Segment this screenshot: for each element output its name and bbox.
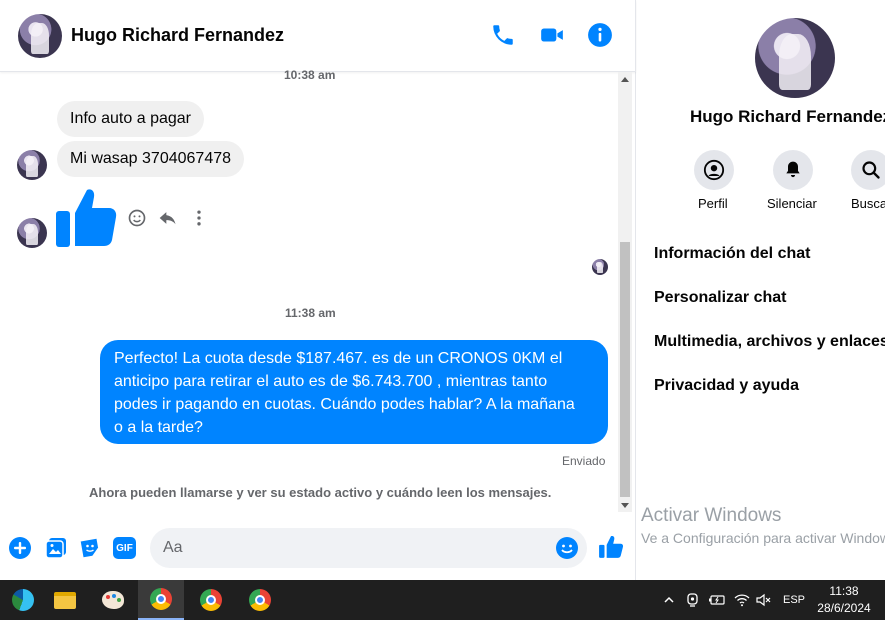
- chrome-app-profile-2[interactable]: [188, 580, 234, 620]
- menu-customize-chat[interactable]: Personalizar chat: [654, 289, 787, 307]
- taskbar: ESP 11:38 28/6/2024: [0, 580, 885, 620]
- emoji-icon[interactable]: [555, 536, 579, 560]
- search-label: Buscar: [851, 196, 885, 211]
- message-incoming[interactable]: Info auto a pagar: [57, 101, 204, 137]
- windows-activation-title: Activar Windows: [641, 505, 782, 526]
- sender-avatar: [17, 218, 47, 248]
- windows-activation-subtitle: Ve a Configuración para activar Windows.: [641, 530, 885, 546]
- volume-muted-icon: [756, 593, 771, 607]
- contact-avatar[interactable]: [18, 14, 62, 58]
- bell-icon: [786, 161, 800, 178]
- delivery-status: Enviado: [562, 454, 606, 468]
- clock[interactable]: 11:38 28/6/2024: [808, 583, 880, 617]
- chrome-icon: [150, 588, 172, 610]
- mute-button[interactable]: [773, 150, 813, 190]
- network[interactable]: [733, 580, 751, 620]
- gif-icon[interactable]: GIF: [113, 537, 136, 559]
- webcam-icon: [687, 593, 698, 607]
- edge-icon: [12, 589, 34, 611]
- mute-label: Silenciar: [767, 196, 817, 211]
- profile-icon: [703, 159, 725, 181]
- message-input[interactable]: [163, 528, 543, 568]
- clock-date: 28/6/2024: [817, 601, 871, 615]
- scroll-up-arrow[interactable]: [621, 77, 629, 82]
- paint-palette-icon: [102, 591, 124, 609]
- timestamp: 10:38 am: [284, 68, 336, 82]
- message-line: o a la tarde?: [114, 419, 203, 436]
- file-explorer-app[interactable]: [42, 580, 88, 620]
- plus-icon[interactable]: [8, 536, 32, 560]
- message-list[interactable]: 10:38 am Info auto a pagar Mi wasap 3704…: [0, 68, 618, 512]
- phone-icon[interactable]: [490, 22, 516, 48]
- timestamp: 11:38 am: [285, 306, 336, 320]
- menu-media-files-links[interactable]: Multimedia, archivos y enlaces: [654, 333, 885, 351]
- message-line: anticipo para retirar el auto es de $6.7…: [114, 373, 548, 390]
- video-call-icon[interactable]: [539, 22, 565, 48]
- message-line: podes ir pagando en cuotas. Cuándo podes…: [114, 396, 575, 413]
- chat-panel: Hugo Richard Fernandez 10:38 am Info aut…: [0, 0, 636, 580]
- paint-app[interactable]: [90, 580, 136, 620]
- chrome-icon: [249, 589, 271, 611]
- photo-icon[interactable]: [44, 536, 68, 560]
- scroll-down-arrow[interactable]: [621, 503, 629, 508]
- chrome-app-active[interactable]: [138, 580, 184, 620]
- seen-avatar: [592, 259, 608, 275]
- scroll-thumb[interactable]: [620, 242, 630, 497]
- search-button[interactable]: [851, 150, 885, 190]
- profile-label: Perfil: [698, 196, 728, 211]
- edge-app[interactable]: [0, 580, 46, 620]
- chat-notice: Ahora pueden llamarse y ver su estado ac…: [89, 485, 552, 500]
- info-icon[interactable]: [587, 22, 613, 48]
- message-incoming[interactable]: Mi wasap 3704067478: [57, 141, 245, 177]
- message-outgoing[interactable]: Perfecto! La cuota desde $187.467. es de…: [100, 340, 608, 444]
- battery-icon: [709, 595, 725, 605]
- contact-name[interactable]: Hugo Richard Fernandez: [71, 25, 284, 46]
- chat-header: Hugo Richard Fernandez: [0, 0, 636, 72]
- like-button-icon[interactable]: [598, 534, 624, 560]
- message-line: Perfecto! La cuota desde $187.467. es de…: [114, 350, 563, 367]
- reply-icon[interactable]: [158, 208, 178, 228]
- contact-profile-avatar: [755, 18, 835, 98]
- menu-chat-info[interactable]: Información del chat: [654, 245, 810, 263]
- wifi-icon: [734, 594, 750, 607]
- chrome-app-profile-3[interactable]: [237, 580, 283, 620]
- input-language[interactable]: ESP: [779, 580, 809, 620]
- show-hidden-icons[interactable]: [660, 580, 678, 620]
- battery[interactable]: [707, 580, 727, 620]
- volume[interactable]: [755, 580, 773, 620]
- folder-icon: [54, 591, 76, 609]
- profile-name: Hugo Richard Fernandez: [690, 107, 885, 126]
- react-emoji-icon[interactable]: [127, 208, 147, 228]
- clock-time: 11:38: [829, 584, 859, 598]
- chrome-icon: [200, 589, 222, 611]
- info-panel: Hugo Richard Fernandez Perfil Silenciar …: [637, 0, 885, 580]
- search-icon: [862, 161, 880, 179]
- scrollbar[interactable]: [618, 72, 632, 512]
- menu-privacy-help[interactable]: Privacidad y ayuda: [654, 377, 799, 395]
- composer: GIF: [0, 520, 636, 580]
- like-thumb-icon[interactable]: [55, 188, 117, 248]
- screen: Hugo Richard Fernandez 10:38 am Info aut…: [0, 0, 885, 620]
- more-options-icon[interactable]: [189, 208, 209, 228]
- meet-now[interactable]: [684, 580, 702, 620]
- chevron-up-icon: [664, 596, 674, 603]
- message-input-wrapper: [150, 528, 587, 568]
- sticker-icon[interactable]: [78, 536, 102, 560]
- sender-avatar: [17, 150, 47, 180]
- profile-button[interactable]: [694, 150, 734, 190]
